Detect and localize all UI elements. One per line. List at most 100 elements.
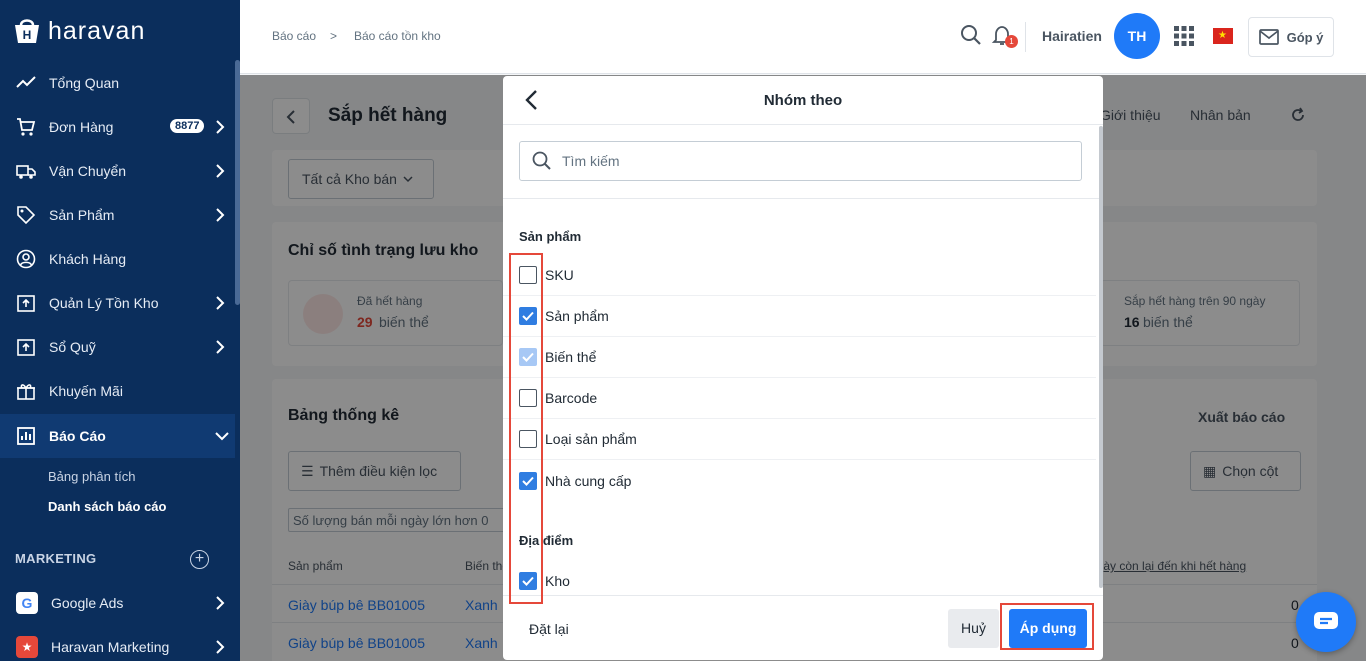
option-label: Loại sản phẩm [545, 431, 637, 447]
feedback-button[interactable]: Góp ý [1248, 17, 1334, 57]
svg-text:H: H [23, 28, 32, 42]
checkbox-product[interactable] [519, 307, 537, 325]
username[interactable]: Hairatien [1042, 28, 1102, 44]
option-variant: Biến thể [503, 337, 1096, 378]
gift-icon [17, 384, 35, 400]
check-icon [522, 476, 534, 486]
sidebar-item-label: Báo Cáo [49, 428, 106, 444]
chevron-right-icon [216, 640, 225, 654]
orders-count-badge: 8877 [170, 119, 205, 133]
option-label: Nhà cung cấp [545, 472, 632, 489]
sidebar-item-shipping[interactable]: Vận Chuyển [0, 149, 235, 193]
trend-line-icon [16, 76, 36, 88]
checkbox-sku[interactable] [519, 266, 537, 284]
sidebar-item-customers[interactable]: Khách Hàng [0, 237, 235, 281]
modal-footer: Đặt lại Huỷ Áp dụng [503, 595, 1103, 660]
chevron-right-icon [216, 296, 225, 310]
sidebar-item-label: Đơn Hàng [49, 119, 114, 135]
reset-button[interactable]: Đặt lại [529, 621, 569, 637]
divider [503, 198, 1103, 199]
sidebar-item-label: Tổng Quan [49, 75, 120, 91]
checkbox-product-type[interactable] [519, 430, 537, 448]
add-marketing-channel-button[interactable]: + [190, 550, 209, 569]
truck-icon [16, 165, 36, 179]
sidebar-item-inventory[interactable]: Quản Lý Tồn Kho [0, 281, 235, 325]
option-label: Barcode [545, 390, 598, 406]
notification-count-badge: 1 [1005, 35, 1018, 48]
vietnam-flag-icon[interactable]: ★ [1213, 28, 1233, 44]
checkbox-supplier[interactable] [519, 471, 537, 490]
group-title-location: Địa điểm [519, 533, 574, 548]
check-icon [522, 311, 534, 321]
option-label: Kho [545, 572, 570, 589]
tag-icon [17, 206, 36, 225]
group-title-product: Sản phẩm [519, 229, 582, 244]
chat-bubble-icon [1314, 612, 1338, 629]
sidebar-item-label: Khách Hàng [49, 251, 127, 267]
marketing-section-title: MARKETING [15, 551, 97, 566]
sidebar-item-label: Khuyến Mãi [49, 383, 123, 399]
checkbox-warehouse[interactable] [519, 571, 537, 590]
feedback-label: Góp ý [1286, 29, 1324, 45]
modal-scrollbar[interactable] [1099, 126, 1103, 588]
option-sku[interactable]: SKU [503, 255, 1096, 296]
search-icon [532, 151, 551, 170]
check-icon [522, 352, 534, 362]
cashbook-icon [17, 339, 35, 356]
group-search-input[interactable] [562, 153, 1062, 169]
sidebar-item-haravan-marketing[interactable]: ★ Haravan Marketing [0, 625, 235, 661]
option-label: Biến thể [545, 349, 597, 365]
sidebar-item-label: Google Ads [51, 595, 124, 611]
divider [1025, 22, 1026, 52]
breadcrumb-inventory-report[interactable]: Báo cáo tồn kho [354, 29, 441, 43]
sidebar-item-promotions[interactable]: Khuyến Mãi [0, 369, 235, 413]
sidebar-item-label: Sản Phẩm [49, 207, 115, 223]
sidebar-item-label: Quản Lý Tồn Kho [49, 295, 159, 311]
sidebar-item-label: Sổ Quỹ [49, 339, 96, 355]
chevron-right-icon [216, 340, 225, 354]
group-search-field[interactable] [519, 141, 1082, 181]
chevron-right-icon [216, 208, 225, 222]
option-supplier[interactable]: Nhà cung cấp [503, 460, 1096, 501]
chevron-right-icon [216, 164, 225, 178]
bar-chart-icon [17, 427, 35, 445]
user-circle-icon [16, 249, 36, 269]
sidebar: H haravan Tổng Quan Đơn Hàng 8877 Vận Ch… [0, 0, 240, 661]
checkbox-barcode[interactable] [519, 389, 537, 407]
option-label: Sản phẩm [545, 308, 609, 324]
avatar[interactable]: TH [1114, 13, 1160, 59]
check-icon [522, 576, 534, 586]
breadcrumb-reports[interactable]: Báo cáo [272, 29, 316, 43]
modal-title: Nhóm theo [763, 92, 843, 109]
apply-button[interactable]: Áp dụng [1009, 609, 1087, 648]
haravan-logo[interactable]: H haravan [0, 0, 240, 62]
sidebar-item-google-ads[interactable]: G Google Ads [0, 581, 235, 625]
sidebar-item-label: Haravan Marketing [51, 639, 170, 655]
sidebar-sub-analytics[interactable]: Bảng phân tích [48, 469, 135, 484]
option-product-type[interactable]: Loại sản phẩm [503, 419, 1096, 460]
inventory-box-icon [17, 295, 35, 312]
sidebar-item-label: Vận Chuyển [49, 163, 127, 179]
option-label: SKU [545, 267, 574, 283]
sidebar-item-products[interactable]: Sản Phẩm [0, 193, 235, 237]
sidebar-item-overview[interactable]: Tổng Quan [0, 61, 235, 105]
cart-icon [17, 118, 36, 136]
sidebar-item-orders[interactable]: Đơn Hàng 8877 [0, 105, 235, 149]
modal-header: Nhóm theo [503, 76, 1103, 125]
chat-support-button[interactable] [1296, 592, 1356, 652]
search-icon[interactable] [960, 24, 982, 46]
option-product[interactable]: Sản phẩm [503, 296, 1096, 337]
group-by-modal: Nhóm theo Sản phẩm SKU Sản phẩm Biến thể… [503, 76, 1103, 660]
top-bar: Báo cáo > Báo cáo tồn kho 1 Hairatien TH… [240, 0, 1366, 74]
sidebar-item-reports[interactable]: Báo Cáo [0, 414, 235, 458]
option-barcode[interactable]: Barcode [503, 378, 1096, 419]
cancel-button[interactable]: Huỷ [948, 609, 999, 648]
brand-name: haravan [48, 16, 146, 45]
breadcrumb-separator: > [330, 29, 338, 43]
chevron-right-icon [216, 120, 225, 134]
haravan-marketing-icon: ★ [16, 636, 38, 658]
chevron-down-icon [215, 432, 229, 441]
sidebar-sub-report-list[interactable]: Danh sách báo cáo [48, 499, 166, 514]
apps-grid-icon[interactable] [1174, 26, 1194, 46]
sidebar-item-cashbook[interactable]: Sổ Quỹ [0, 325, 235, 369]
